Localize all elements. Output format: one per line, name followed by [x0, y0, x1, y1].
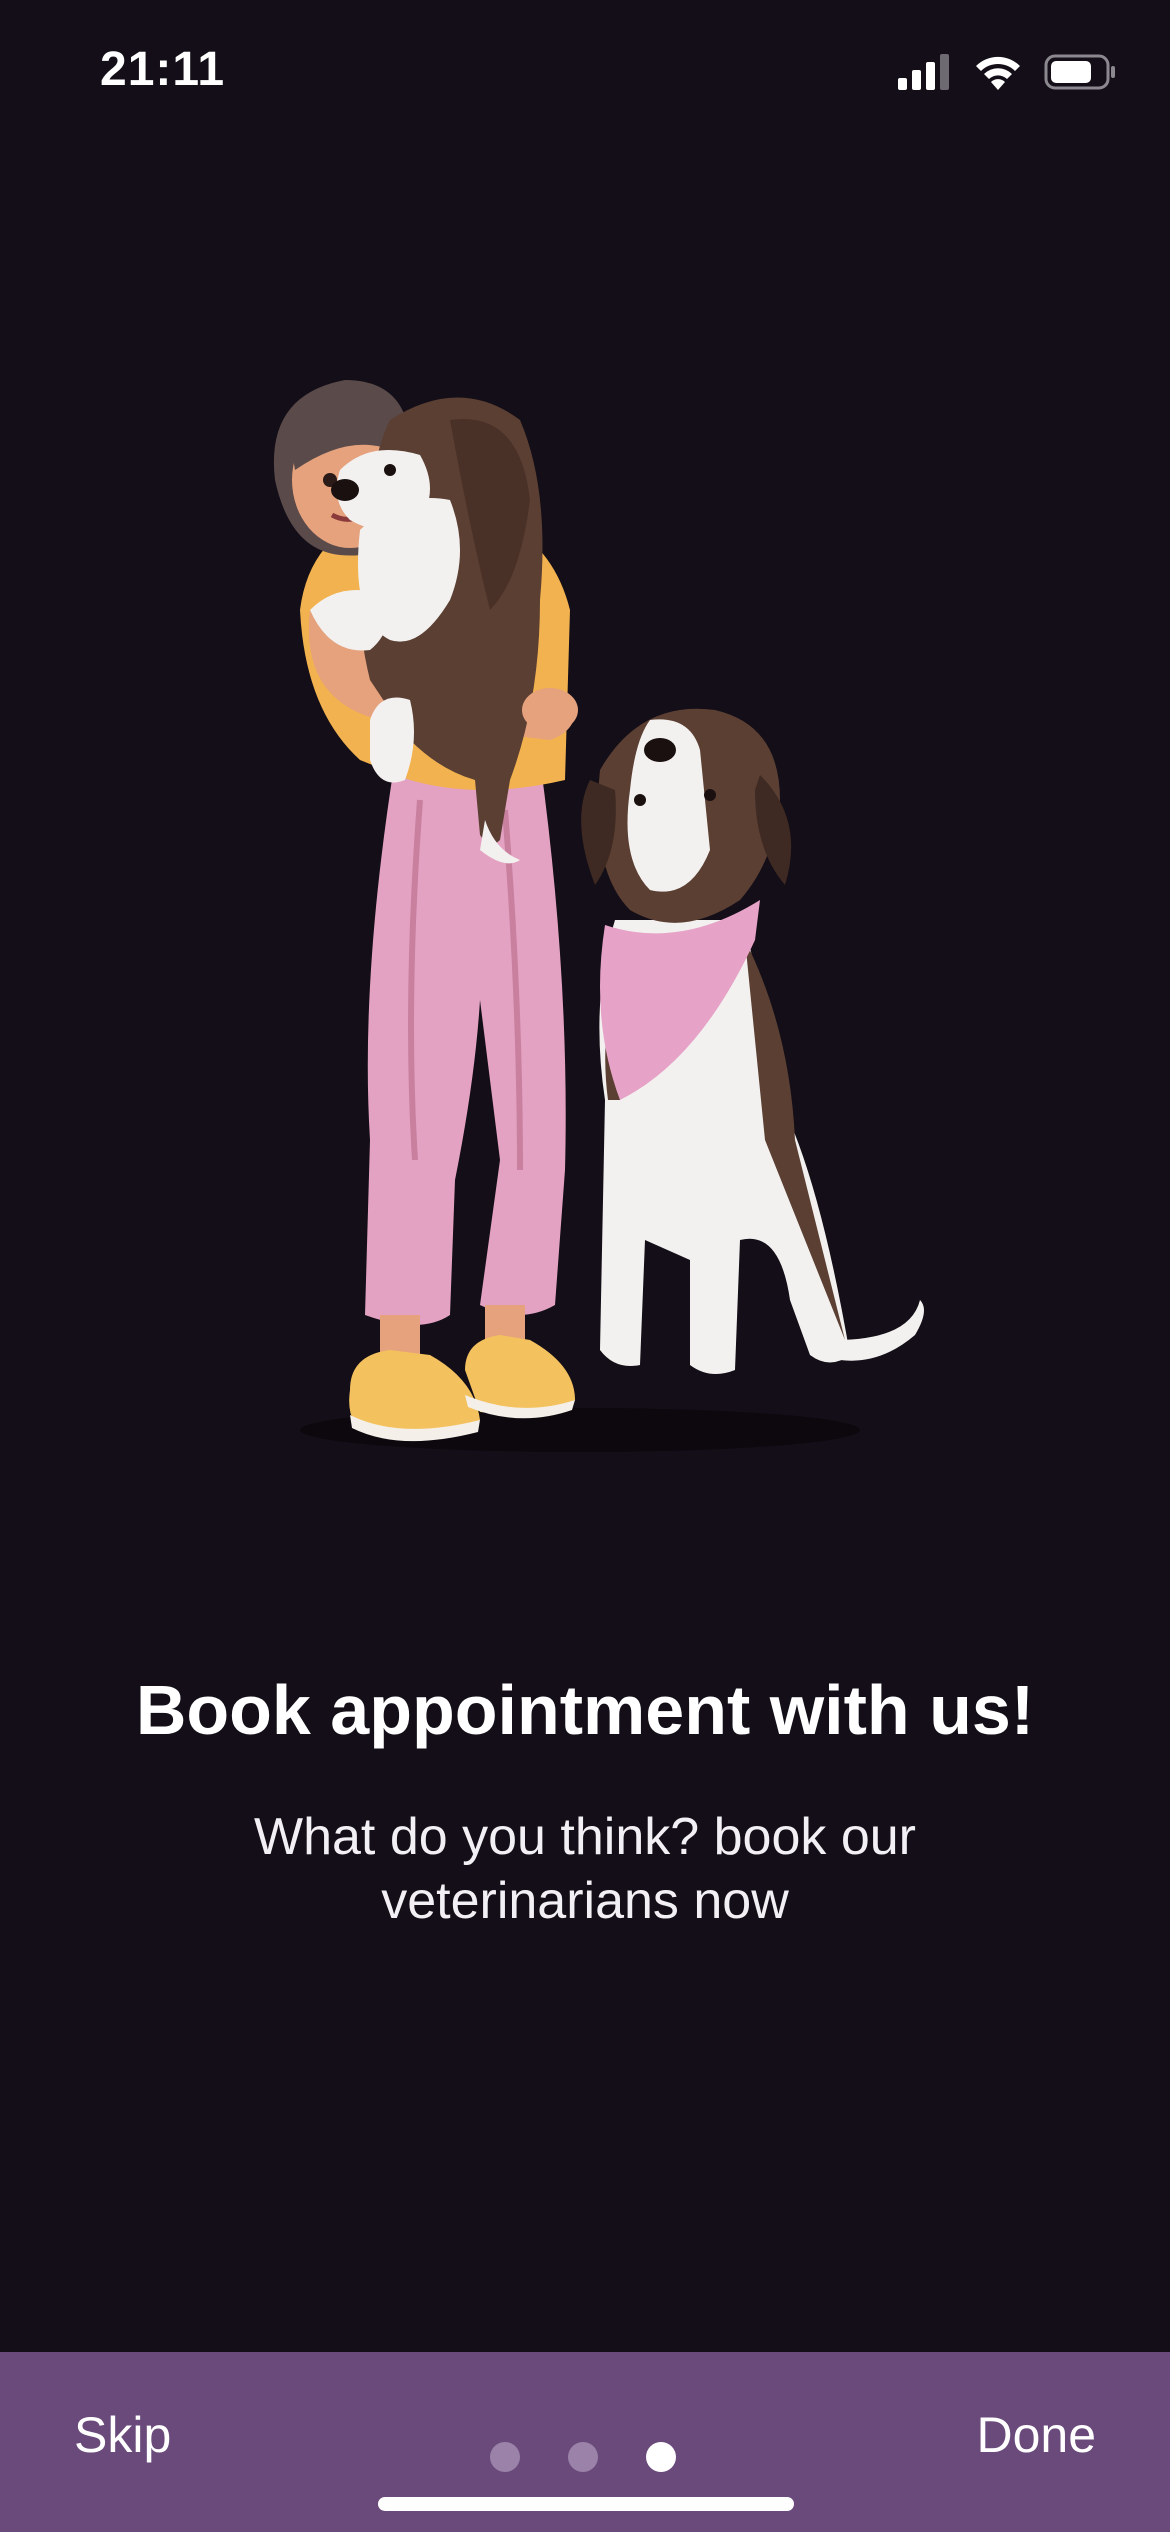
onboarding-nav-bar: Skip Done [0, 2352, 1170, 2532]
page-indicator [490, 2442, 676, 2472]
woman-with-dogs-illustration [220, 380, 980, 1530]
status-icons [898, 52, 1116, 97]
status-time: 21:11 [100, 43, 226, 96]
done-button[interactable]: Done [976, 2406, 1096, 2464]
status-bar: 21:11 [0, 0, 1170, 150]
page-subtitle: What do you think? book our veterinarian… [254, 1808, 916, 1930]
skip-button[interactable]: Skip [74, 2406, 171, 2464]
battery-icon [1044, 53, 1116, 96]
wifi-icon [972, 52, 1024, 97]
home-indicator[interactable] [378, 2497, 794, 2511]
page-dot-3-active[interactable] [646, 2442, 676, 2472]
page-dot-2[interactable] [568, 2442, 598, 2472]
onboarding-screen: 21:11 Book appointment with us! What do … [0, 0, 1170, 2532]
page-dot-1[interactable] [490, 2442, 520, 2472]
cellular-signal-icon [898, 52, 952, 97]
page-title: Book appointment with us! [135, 1671, 1035, 1749]
